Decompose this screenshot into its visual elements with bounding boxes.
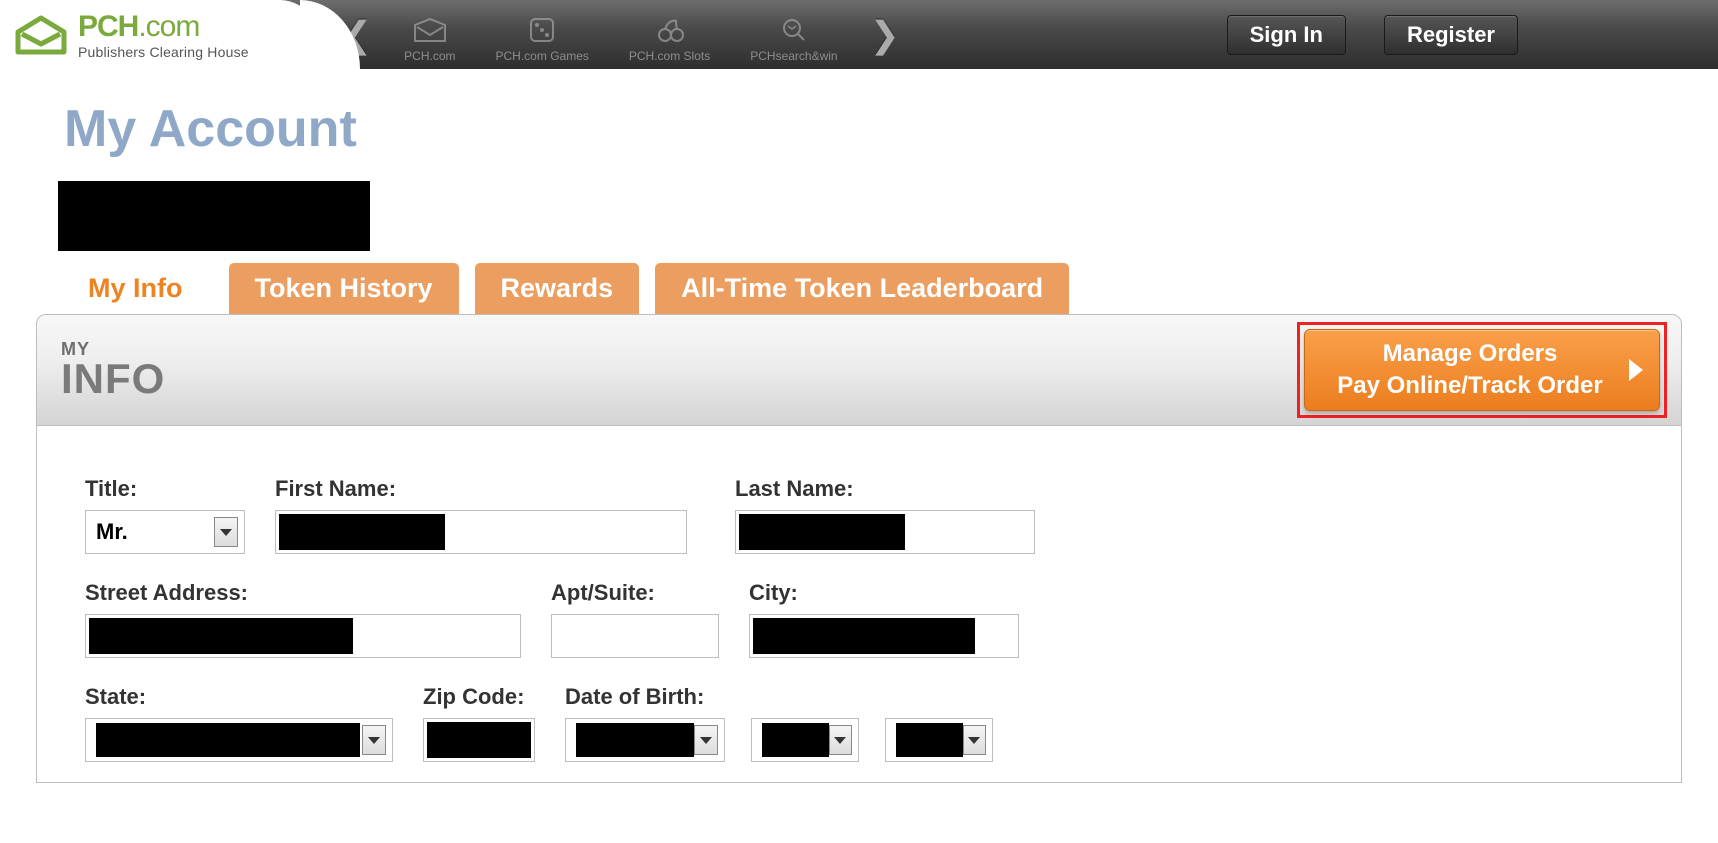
- chevron-down-icon: [362, 725, 386, 755]
- dob-label: Date of Birth:: [565, 684, 993, 710]
- chevron-down-icon: [214, 517, 238, 547]
- tab-token-history[interactable]: Token History: [229, 263, 459, 314]
- brand-name: PCH.com: [78, 10, 249, 44]
- logo-area[interactable]: PCH.com Publishers Clearing House: [0, 0, 330, 69]
- first-name-input[interactable]: [275, 510, 687, 554]
- dob-month-select[interactable]: [565, 718, 725, 762]
- dob-day-select[interactable]: [751, 718, 859, 762]
- search-envelope-icon: [778, 13, 810, 47]
- panel-header: MY INFO Manage Orders Pay Online/Track O…: [36, 314, 1682, 426]
- title-label: Title:: [85, 476, 245, 502]
- dob-year-select[interactable]: [885, 718, 993, 762]
- manage-orders-line2: Pay Online/Track Order: [1337, 370, 1602, 402]
- cherry-icon: [655, 13, 685, 47]
- tab-rewards[interactable]: Rewards: [475, 263, 640, 314]
- nav-item-searchwin[interactable]: PCHsearch&win: [750, 13, 837, 69]
- nav-item-pch[interactable]: PCH.com: [404, 13, 455, 69]
- zip-label: Zip Code:: [423, 684, 535, 710]
- brand-tagline: Publishers Clearing House: [78, 44, 249, 60]
- zip-input[interactable]: [423, 718, 535, 762]
- tab-leaderboard[interactable]: All-Time Token Leaderboard: [655, 263, 1069, 314]
- nav-items: PCH.com PCH.com Games PCH.com Slots PCHs…: [384, 0, 857, 69]
- panel-title: MY INFO: [61, 340, 165, 400]
- chevron-down-icon: [963, 725, 986, 755]
- triangle-right-icon: [1629, 359, 1643, 381]
- envelope-logo-icon: [14, 14, 68, 56]
- nav-item-games[interactable]: PCH.com Games: [496, 13, 589, 69]
- manage-orders-highlight: Manage Orders Pay Online/Track Order: [1297, 322, 1667, 418]
- envelope-icon: [413, 13, 447, 47]
- top-nav-bar: PCH.com Publishers Clearing House ❮ PCH.…: [0, 0, 1718, 69]
- title-value: Mr.: [96, 519, 128, 545]
- tab-my-info[interactable]: My Info: [58, 263, 213, 314]
- street-label: Street Address:: [85, 580, 521, 606]
- state-label: State:: [85, 684, 393, 710]
- dice-icon: [527, 13, 557, 47]
- auth-buttons: Sign In Register: [1227, 0, 1718, 69]
- apt-label: Apt/Suite:: [551, 580, 719, 606]
- city-label: City:: [749, 580, 1019, 606]
- first-name-label: First Name:: [275, 476, 687, 502]
- sign-in-button[interactable]: Sign In: [1227, 15, 1346, 55]
- city-input[interactable]: [749, 614, 1019, 658]
- nav-next-arrow-icon[interactable]: ❯: [858, 14, 912, 56]
- account-tabs: My Info Token History Rewards All-Time T…: [58, 263, 1718, 314]
- manage-orders-line1: Manage Orders: [1337, 338, 1602, 370]
- title-select[interactable]: Mr.: [85, 510, 245, 554]
- last-name-input[interactable]: [735, 510, 1035, 554]
- panel-body: Title: Mr. First Name: Last Name:: [36, 426, 1682, 783]
- state-select[interactable]: [85, 718, 393, 762]
- chevron-down-icon: [829, 725, 852, 755]
- nav-item-slots[interactable]: PCH.com Slots: [629, 13, 710, 69]
- redacted-username: [58, 181, 370, 251]
- chevron-down-icon: [694, 725, 718, 755]
- register-button[interactable]: Register: [1384, 15, 1518, 55]
- street-input[interactable]: [85, 614, 521, 658]
- apt-input[interactable]: [551, 614, 719, 658]
- page-title: My Account: [64, 99, 1718, 159]
- last-name-label: Last Name:: [735, 476, 1035, 502]
- manage-orders-button[interactable]: Manage Orders Pay Online/Track Order: [1304, 329, 1660, 411]
